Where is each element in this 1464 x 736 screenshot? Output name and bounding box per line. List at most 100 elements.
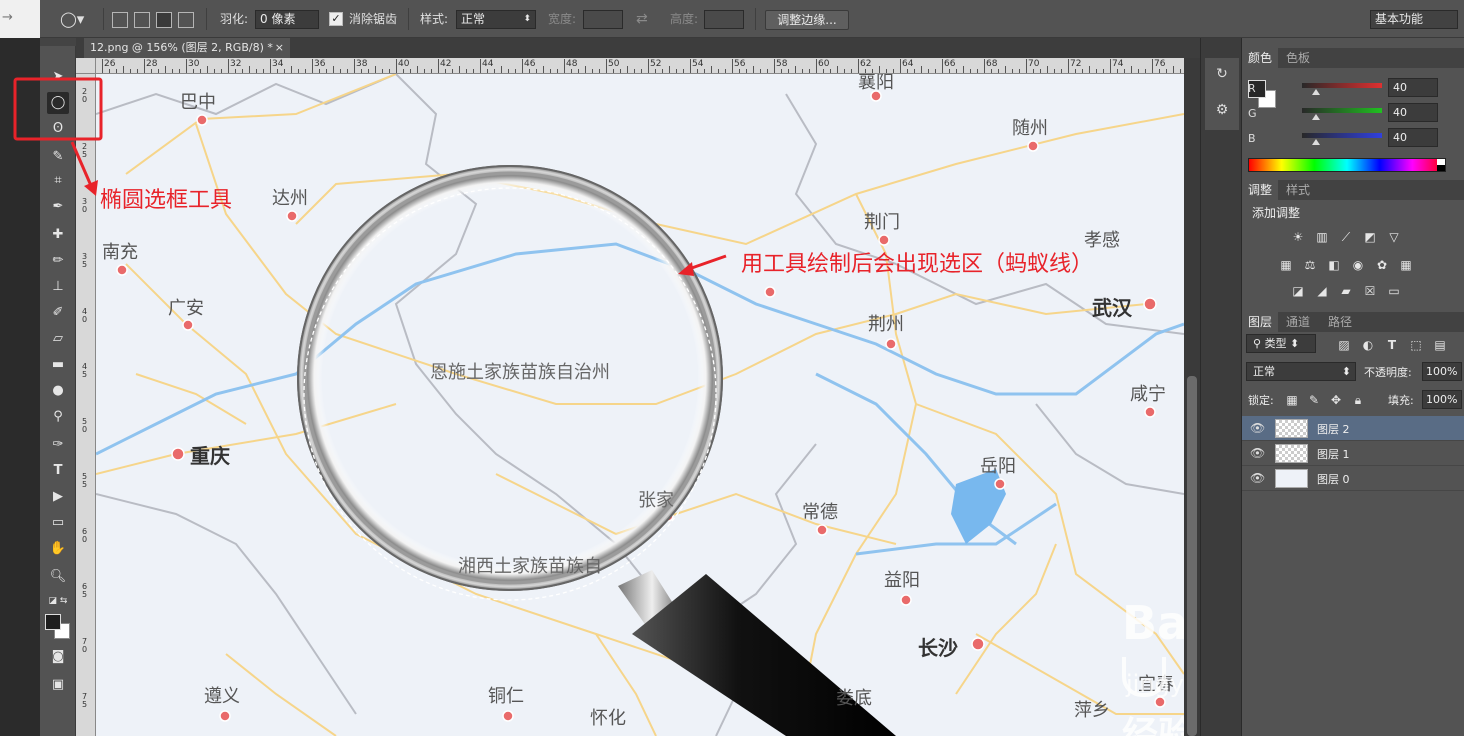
- channel-value[interactable]: 40: [1388, 103, 1438, 122]
- brightness-icon[interactable]: ☀: [1290, 230, 1306, 244]
- invert-icon[interactable]: ◪: [1290, 284, 1306, 298]
- brush-tool-icon[interactable]: ✏: [47, 250, 69, 272]
- add-selection-icon[interactable]: [134, 12, 150, 28]
- channel-value[interactable]: 40: [1388, 78, 1438, 97]
- photo-filter-icon[interactable]: ◉: [1350, 258, 1366, 272]
- tab-paths[interactable]: 路径: [1322, 312, 1358, 332]
- refine-edge-button[interactable]: 调整边缘...: [765, 10, 849, 30]
- hue-saturation-icon[interactable]: ▦: [1278, 258, 1294, 272]
- color-balance-icon[interactable]: ⚖: [1302, 258, 1318, 272]
- lock-all-icon[interactable]: 🔒︎: [1350, 393, 1366, 407]
- threshold-icon[interactable]: ▰: [1338, 284, 1354, 298]
- scrollbar-thumb[interactable]: [1187, 376, 1197, 736]
- canvas[interactable]: 巴中 达州 南充 广安 重庆 遵义 铜仁 怀化 随州 孝感 荆门 荆州 武汉 咸…: [96, 74, 1184, 736]
- width-input[interactable]: [583, 10, 623, 29]
- quick-mask-icon[interactable]: ◙: [47, 646, 69, 668]
- filter-adjustment-icon[interactable]: ◐: [1360, 338, 1376, 352]
- black-white-swatch[interactable]: [1437, 159, 1445, 171]
- visibility-eye-icon[interactable]: 👁︎: [1250, 471, 1265, 485]
- visibility-eye-icon[interactable]: 👁︎: [1250, 421, 1265, 435]
- feather-input[interactable]: 0 像素: [255, 10, 319, 29]
- subtract-selection-icon[interactable]: [156, 12, 172, 28]
- slider-knob[interactable]: [1312, 89, 1320, 95]
- red-slider[interactable]: R 40: [1242, 78, 1464, 100]
- new-selection-icon[interactable]: [112, 12, 128, 28]
- gradient-map-icon[interactable]: ▭: [1386, 284, 1402, 298]
- levels-icon[interactable]: ▥: [1314, 230, 1330, 244]
- screen-mode-icon[interactable]: ▣: [47, 674, 69, 696]
- slider-knob[interactable]: [1312, 139, 1320, 145]
- opacity-input[interactable]: 100%: [1422, 362, 1462, 381]
- tab-layers[interactable]: 图层: [1242, 312, 1279, 332]
- black-white-icon[interactable]: ◧: [1326, 258, 1342, 272]
- dodge-tool-icon[interactable]: ⚲: [47, 406, 69, 428]
- lock-transparency-icon[interactable]: ▦: [1284, 393, 1300, 407]
- workspace-select[interactable]: 基本功能: [1370, 10, 1458, 29]
- layer-filter-select[interactable]: ⚲ 类型 ⬍: [1246, 334, 1316, 353]
- layer-row[interactable]: 👁︎ 图层 1: [1242, 441, 1464, 466]
- filter-smart-icon[interactable]: ▤: [1432, 338, 1448, 352]
- type-tool-icon[interactable]: T: [47, 460, 69, 482]
- green-slider[interactable]: G 40: [1242, 103, 1464, 125]
- close-tab-icon[interactable]: ×: [275, 38, 284, 58]
- vertical-scrollbar[interactable]: [1184, 58, 1200, 736]
- visibility-eye-icon[interactable]: 👁︎: [1250, 446, 1265, 460]
- filter-type-icon[interactable]: T: [1384, 338, 1400, 352]
- clone-stamp-tool-icon[interactable]: ⊥: [47, 276, 69, 298]
- filter-shape-icon[interactable]: ⬚: [1408, 338, 1424, 352]
- layer-row[interactable]: 👁︎ 图层 0: [1242, 466, 1464, 491]
- antialias-checkbox[interactable]: ✓: [329, 12, 343, 26]
- exposure-icon[interactable]: ◩: [1362, 230, 1378, 244]
- healing-brush-tool-icon[interactable]: ✚: [47, 224, 69, 246]
- eyedropper-tool-icon[interactable]: ✒: [47, 196, 69, 218]
- ellipse-marquee-preset-icon[interactable]: ◯▾: [60, 9, 84, 29]
- posterize-icon[interactable]: ◢: [1314, 284, 1330, 298]
- style-select[interactable]: 正常 ⬍: [456, 10, 536, 29]
- curves-icon[interactable]: ⟋: [1338, 230, 1354, 244]
- tab-channels[interactable]: 通道: [1280, 312, 1316, 332]
- selective-color-icon[interactable]: ☒: [1362, 284, 1378, 298]
- filter-pixel-icon[interactable]: ▨: [1336, 338, 1352, 352]
- tab-adjustments[interactable]: 调整: [1242, 180, 1279, 200]
- lock-position-icon[interactable]: ✥: [1328, 393, 1344, 407]
- slider-track[interactable]: [1302, 83, 1382, 88]
- ellipse-marquee-tool-icon[interactable]: ◯: [47, 92, 69, 114]
- panel-grip[interactable]: [40, 38, 76, 46]
- slider-track[interactable]: [1302, 108, 1382, 113]
- gradient-tool-icon[interactable]: ▬: [47, 354, 69, 376]
- swap-arrows-icon[interactable]: ⇄: [636, 9, 648, 29]
- foreground-color-swatch[interactable]: [45, 614, 61, 630]
- path-select-tool-icon[interactable]: ▶: [47, 486, 69, 508]
- intersect-selection-icon[interactable]: [178, 12, 194, 28]
- crop-tool-icon[interactable]: ⌗: [47, 170, 69, 192]
- zoom-tool-icon[interactable]: 🔍︎: [47, 566, 69, 588]
- layer-row[interactable]: 👁︎ 图层 2: [1242, 416, 1464, 441]
- blur-tool-icon[interactable]: ●: [47, 380, 69, 402]
- move-tool-icon[interactable]: ➤: [47, 66, 69, 88]
- tab-color[interactable]: 颜色: [1242, 48, 1279, 68]
- blend-mode-select[interactable]: 正常 ⬍: [1246, 362, 1356, 381]
- channel-value[interactable]: 40: [1388, 128, 1438, 147]
- quick-select-tool-icon[interactable]: ✎: [47, 146, 69, 168]
- slider-track[interactable]: [1302, 133, 1382, 138]
- history-brush-tool-icon[interactable]: ✐: [47, 302, 69, 324]
- slider-knob[interactable]: [1312, 114, 1320, 120]
- tab-swatches[interactable]: 色板: [1280, 48, 1316, 68]
- color-spectrum[interactable]: [1248, 158, 1446, 172]
- height-input[interactable]: [704, 10, 744, 29]
- rectangle-tool-icon[interactable]: ▭: [47, 512, 69, 534]
- vibrance-icon[interactable]: ▽: [1386, 230, 1402, 244]
- pen-tool-icon[interactable]: ✑: [47, 434, 69, 456]
- channel-mixer-icon[interactable]: ✿: [1374, 258, 1390, 272]
- blue-slider[interactable]: B 40: [1242, 128, 1464, 150]
- hand-tool-icon[interactable]: ✋: [47, 538, 69, 560]
- lock-pixels-icon[interactable]: ✎: [1306, 393, 1322, 407]
- tab-styles[interactable]: 样式: [1280, 180, 1316, 200]
- lasso-tool-icon[interactable]: ʘ: [47, 118, 69, 140]
- color-lookup-icon[interactable]: ▦: [1398, 258, 1414, 272]
- eraser-tool-icon[interactable]: ▱: [47, 328, 69, 350]
- document-tab[interactable]: 12.png @ 156% (图层 2, RGB/8) * ×: [84, 38, 290, 58]
- properties-icon[interactable]: ⚙: [1212, 100, 1232, 120]
- fill-input[interactable]: 100%: [1422, 390, 1462, 409]
- swap-colors-icon[interactable]: ◪ ⇆: [47, 590, 69, 612]
